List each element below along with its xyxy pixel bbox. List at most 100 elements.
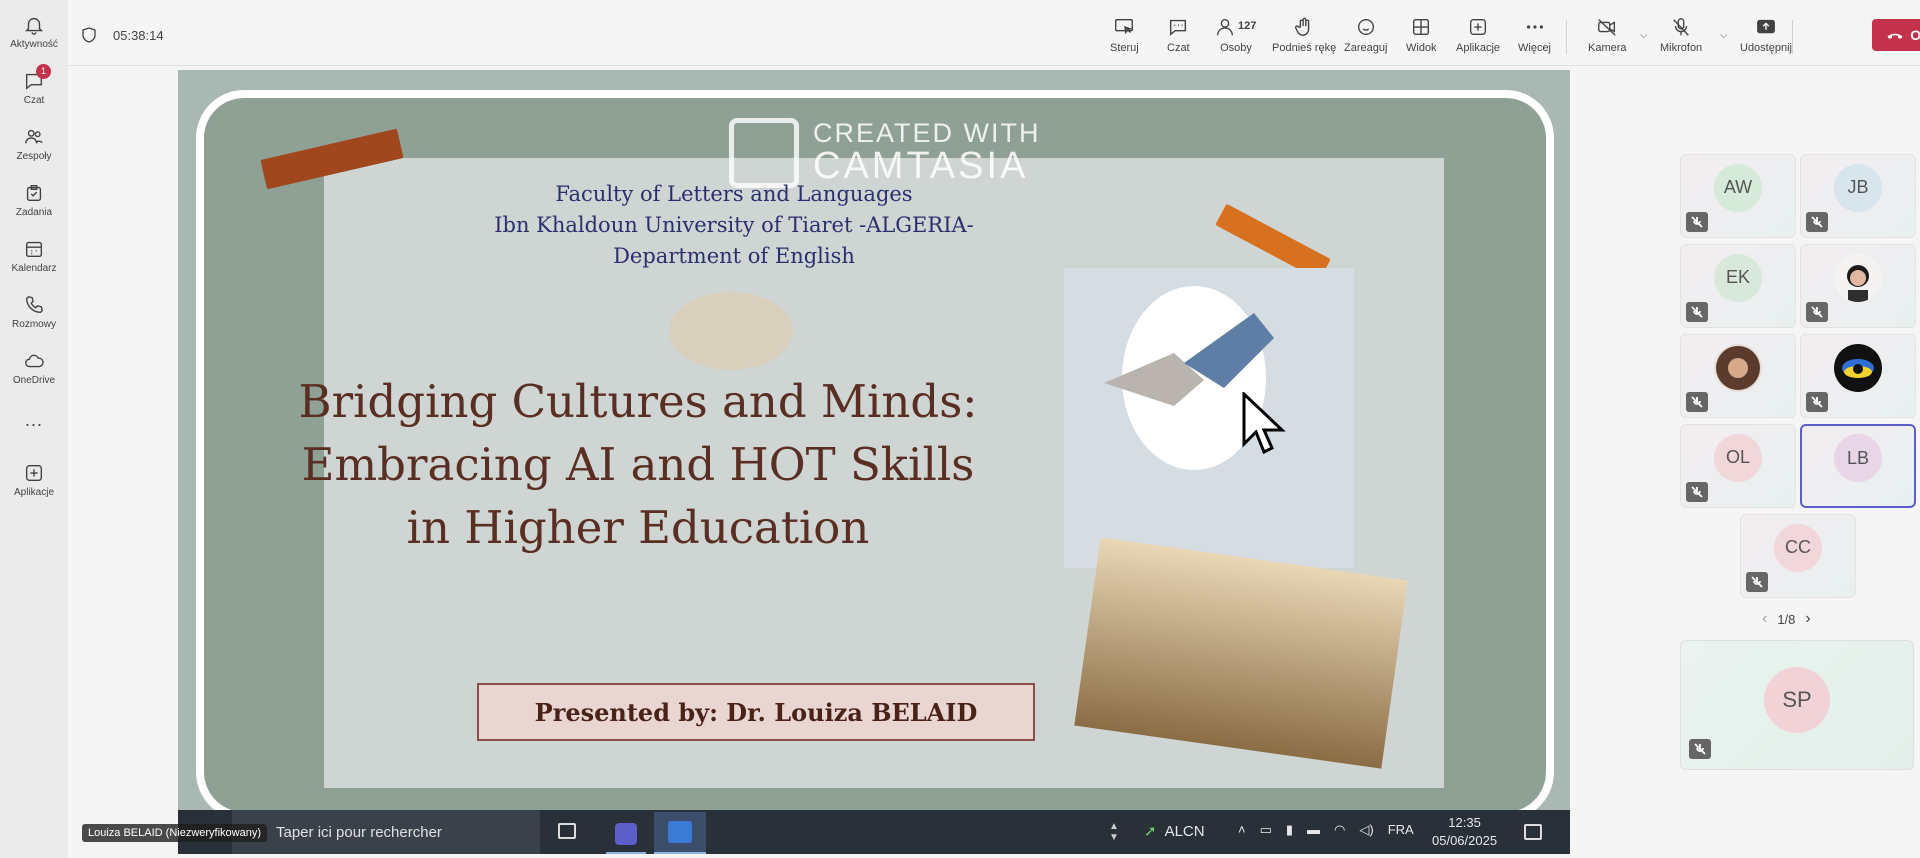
raise-hand-button[interactable]: Podnieś rękę	[1272, 16, 1336, 54]
share-button[interactable]: Udostępnij	[1740, 16, 1792, 54]
taskbar-search-text: Taper ici pour rechercher	[276, 823, 442, 841]
participant-tile-speaking[interactable]: LB	[1800, 424, 1916, 508]
avatar-photo	[1834, 343, 1882, 392]
participant-tile[interactable]: CC	[1740, 514, 1856, 598]
clock-time: 12:35	[1448, 815, 1481, 830]
rail-item-onedrive[interactable]: OneDrive	[0, 350, 68, 386]
mic-options-chevron-icon[interactable]: ⌵	[1720, 30, 1728, 41]
rail-label: Zadania	[15, 207, 53, 218]
mic-off-icon	[1673, 18, 1689, 36]
participant-tile[interactable]	[1800, 244, 1916, 328]
participant-tile[interactable]: JB	[1800, 154, 1916, 238]
rail-item-calls[interactable]: Rozmowy	[0, 294, 68, 330]
task-view-icon[interactable]	[558, 823, 576, 839]
mic-button[interactable]: Mikrofon	[1660, 16, 1702, 54]
muted-mic-icon	[1746, 572, 1768, 592]
react-button[interactable]: Zareaguj	[1344, 16, 1387, 54]
participant-tile[interactable]: AW	[1680, 154, 1796, 238]
self-view-tile[interactable]: SP	[1680, 640, 1914, 770]
tray-language[interactable]: FRA	[1388, 822, 1414, 838]
taskbar-clock[interactable]: 12:35 05/06/2025	[1432, 814, 1497, 850]
muted-mic-icon	[1806, 212, 1828, 232]
people-icon	[1216, 18, 1234, 36]
app-rail: Aktywność 1 Czat Zespoły Zadania Kalenda…	[0, 0, 68, 858]
more-button[interactable]: Więcej	[1518, 16, 1551, 54]
title-line-2: Embracing AI and HOT Skills	[301, 438, 975, 491]
tray-battery-icon[interactable]: ▬	[1307, 822, 1320, 838]
camera-off-icon	[1598, 19, 1616, 36]
smiley-icon	[1357, 18, 1374, 36]
meeting-timer: 05:38:14	[113, 28, 164, 43]
people-button[interactable]: 127 Osoby	[1214, 16, 1258, 54]
leave-label: Opuść	[1910, 27, 1920, 43]
share-label: Udostępnij	[1740, 42, 1792, 54]
taskbar-slideshow-app[interactable]	[654, 812, 706, 854]
steruj-button[interactable]: Steruj	[1110, 16, 1139, 54]
muted-mic-icon	[1686, 482, 1708, 502]
rail-item-apps[interactable]: Aplikacje	[0, 462, 68, 498]
plus-square-icon	[25, 464, 43, 482]
rail-label: Aplikacje	[13, 487, 55, 498]
camera-options-chevron-icon[interactable]: ⌵	[1640, 30, 1648, 41]
prev-page-chevron-icon[interactable]: ‹	[1762, 610, 1767, 628]
slideshow-app-icon	[668, 821, 692, 843]
rail-item-calendar[interactable]: Kalendarz	[0, 238, 68, 274]
chat-label: Czat	[1167, 42, 1190, 54]
toolbar-divider	[1792, 20, 1793, 54]
view-button[interactable]: Widok	[1406, 16, 1437, 54]
muted-mic-icon	[1686, 212, 1708, 232]
rail-label: Kalendarz	[11, 263, 57, 274]
shield-icon	[82, 27, 96, 43]
people-count: 127	[1238, 20, 1257, 32]
rail-item-chat[interactable]: 1 Czat	[0, 64, 68, 106]
teams-icon	[25, 129, 43, 144]
leave-button[interactable]: Opuść	[1872, 19, 1920, 51]
avatar: OL	[1714, 433, 1762, 482]
rail-item-more[interactable]: ...	[0, 410, 68, 431]
rail-item-tasks[interactable]: Zadania	[0, 182, 68, 218]
avatar-photo	[1714, 343, 1762, 392]
university-text: Ibn Khaldoun University of Tiaret -ALGER…	[494, 213, 974, 237]
tasks-icon	[26, 184, 42, 202]
tray-volume-icon[interactable]: ◁)	[1359, 822, 1373, 838]
participant-tile[interactable]	[1680, 334, 1796, 418]
participant-tile[interactable]: EK	[1680, 244, 1796, 328]
apps-label: Aplikacje	[1456, 42, 1501, 54]
bell-icon	[25, 17, 43, 35]
hand-icon	[1295, 17, 1310, 36]
title-line-1: Bridging Cultures and Minds:	[298, 375, 978, 428]
slide-background: CREATED WITH CAMTASIA Faculty of Letters…	[204, 98, 1546, 812]
muted-mic-icon	[1686, 392, 1708, 412]
hangup-icon	[1887, 33, 1903, 39]
participant-tile[interactable]: OL	[1680, 424, 1796, 508]
taskbar-scroll-arrows[interactable]: ▲ ▼	[1108, 810, 1120, 854]
muted-mic-icon	[1806, 302, 1828, 322]
rail-item-activity[interactable]: Aktywność	[0, 14, 68, 50]
unread-badge: 1	[36, 64, 51, 79]
tray-chevron-icon[interactable]: ˄	[1238, 822, 1246, 838]
tray-device-icon[interactable]: ▭	[1260, 822, 1272, 838]
apps-button[interactable]: Aplikacje	[1456, 16, 1500, 54]
title-line-3: in Higher Education	[406, 501, 870, 554]
rail-item-teams[interactable]: Zespoły	[0, 126, 68, 162]
page-indicator: 1/8	[1777, 611, 1796, 627]
taskbar-search[interactable]: Taper ici pour rechercher	[232, 810, 540, 854]
taskbar-teams-app[interactable]	[606, 816, 646, 854]
slide-title: Bridging Cultures and Minds: Embracing A…	[288, 370, 988, 559]
more-label: Więcej	[1518, 42, 1552, 54]
muted-mic-icon	[1806, 392, 1828, 412]
department-text: Department of English	[613, 244, 855, 268]
calendar-icon	[25, 241, 43, 258]
camera-button[interactable]: Kamera	[1588, 16, 1627, 54]
people-label: Osoby	[1220, 42, 1252, 54]
network-indicator[interactable]: ➚ ALCN	[1144, 822, 1205, 841]
chat-button[interactable]: Czat	[1167, 16, 1190, 54]
notification-icon[interactable]	[1524, 824, 1542, 840]
rail-label: Aktywność	[10, 39, 58, 50]
tray-mic-icon[interactable]: ▮	[1286, 822, 1293, 838]
camera-label: Kamera	[1588, 42, 1627, 54]
tray-wifi-icon[interactable]: ◠	[1334, 822, 1345, 838]
next-page-chevron-icon[interactable]: ›	[1805, 610, 1810, 628]
participant-tile[interactable]	[1800, 334, 1916, 418]
muted-mic-icon	[1689, 739, 1711, 759]
